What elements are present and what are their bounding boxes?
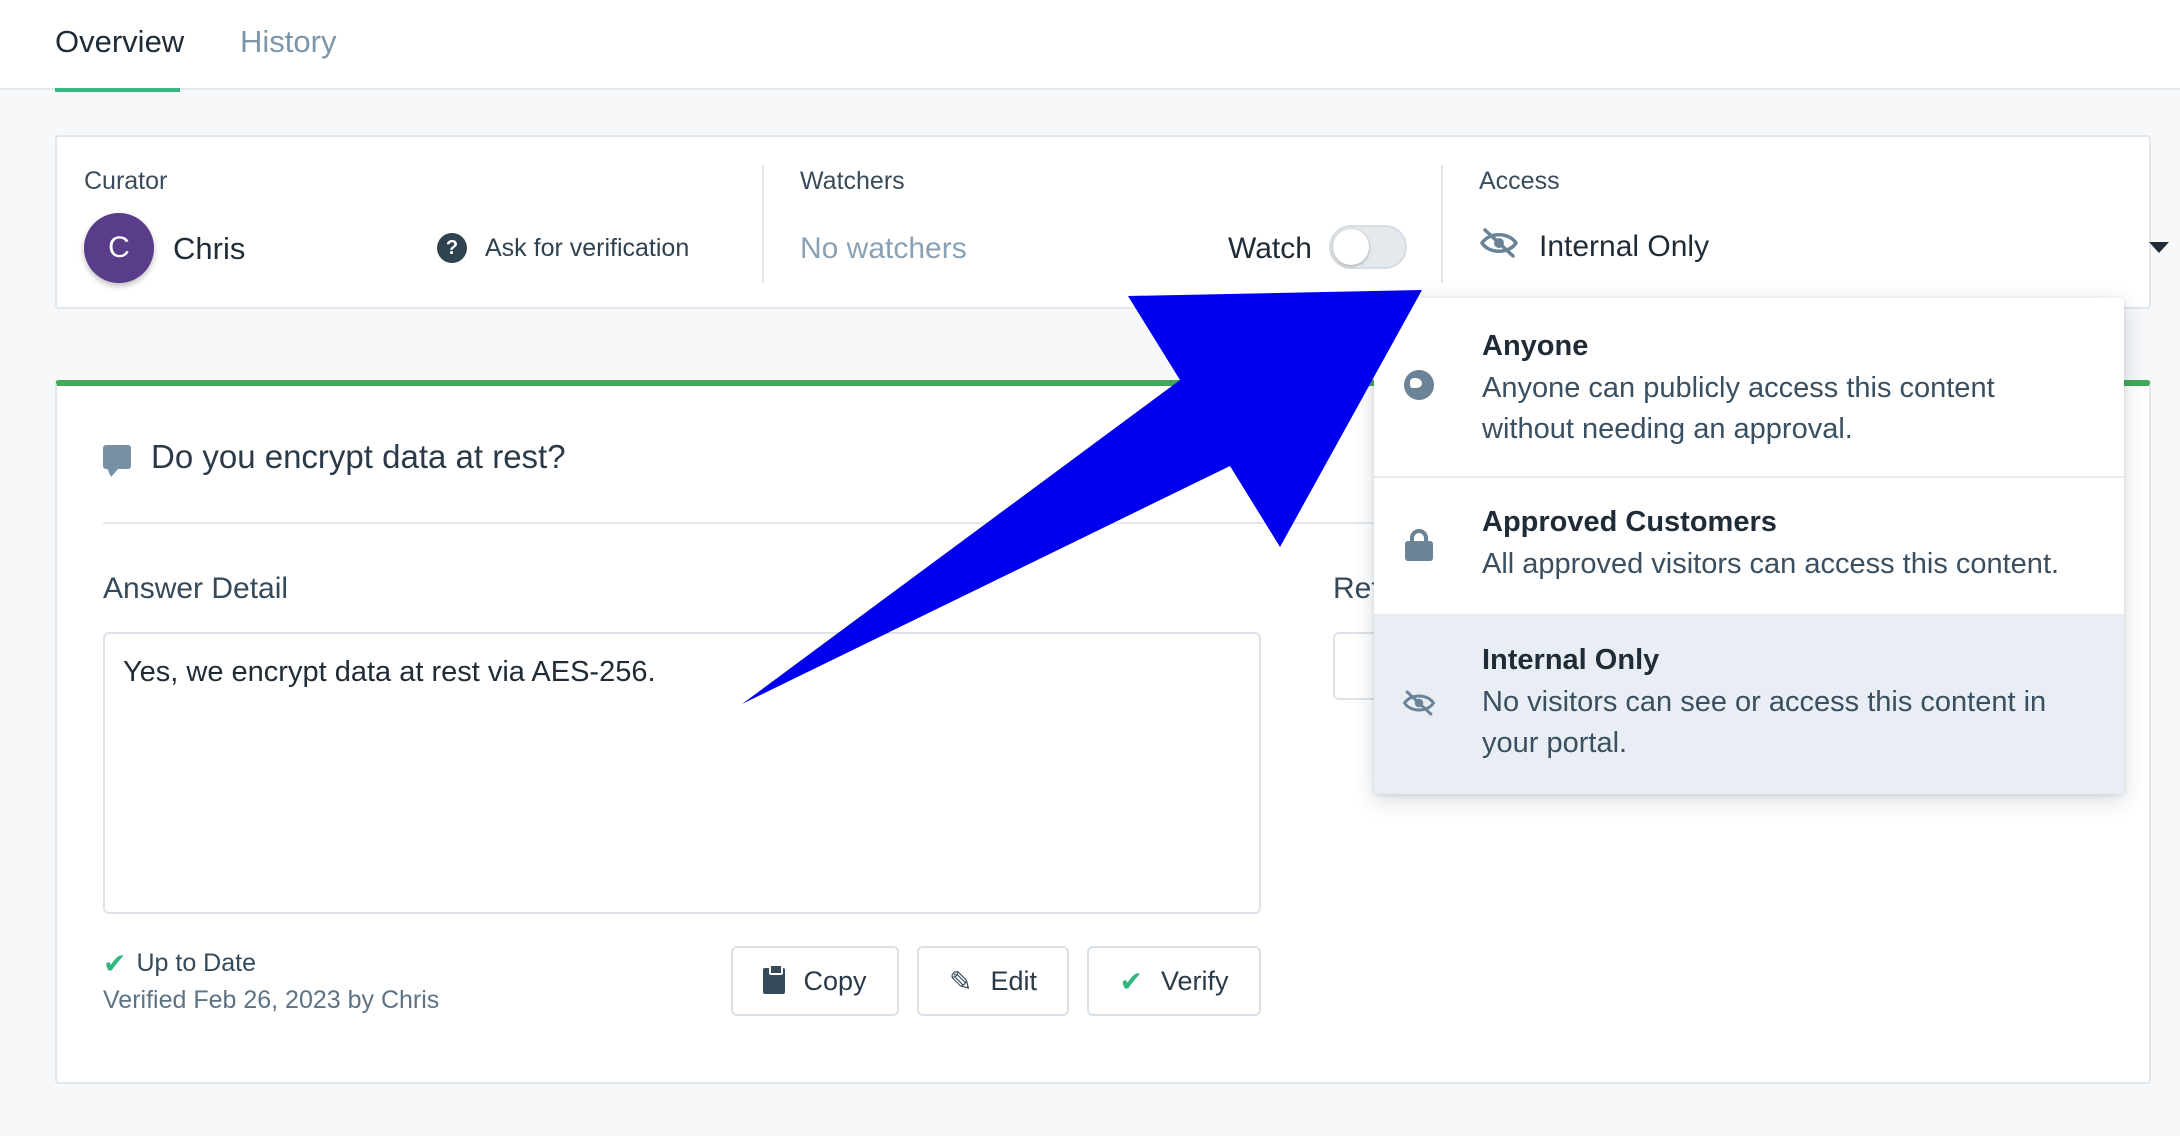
question-title-text: Do you encrypt data at rest? — [151, 438, 566, 475]
verify-button[interactable]: ✔ Verify — [1087, 946, 1261, 1016]
copy-button[interactable]: Copy — [731, 946, 899, 1016]
access-value: Internal Only — [1539, 230, 1710, 263]
edit-button[interactable]: ✎ Edit — [917, 946, 1069, 1016]
verified-by-text: Verified Feb 26, 2023 by Chris — [103, 986, 440, 1014]
access-select[interactable]: Internal Only — [1479, 225, 1709, 269]
option-title: Anyone — [1482, 330, 1589, 362]
curator-label: Curator — [84, 167, 168, 195]
status-badge: ✔ Up to Date — [103, 947, 256, 980]
chevron-down-icon[interactable] — [2149, 242, 2169, 253]
answer-detail-label: Answer Detail — [103, 572, 289, 605]
watchers-label: Watchers — [800, 167, 905, 195]
comment-icon — [103, 445, 131, 477]
option-description: All approved visitors can access this co… — [1482, 548, 2060, 580]
check-icon: ✔ — [103, 948, 127, 979]
curator-name: Chris — [173, 231, 246, 266]
question-circle-icon: ? — [437, 233, 467, 263]
watchers-status: No watchers — [800, 232, 967, 265]
divider — [1441, 165, 1443, 283]
question-title: Do you encrypt data at rest? — [103, 438, 566, 477]
ask-for-verification-label: Ask for verification — [485, 233, 690, 262]
option-title: Approved Customers — [1482, 506, 1777, 538]
access-label: Access — [1479, 167, 1560, 195]
toggle-knob — [1333, 229, 1369, 265]
status-text: Up to Date — [136, 949, 256, 977]
edit-button-label: Edit — [990, 965, 1037, 996]
reference-label: Ref — [1333, 572, 1380, 605]
watch-label: Watch — [1228, 232, 1312, 265]
access-dropdown-menu: Anyone Anyone can publicly access this c… — [1374, 298, 2124, 794]
globe-icon — [1402, 368, 1436, 402]
watch-toggle[interactable] — [1329, 225, 1407, 269]
verify-button-label: Verify — [1160, 965, 1229, 996]
lock-icon — [1402, 528, 1436, 562]
tab-history[interactable]: History — [240, 22, 336, 90]
access-option-internal-only[interactable]: Internal Only No visitors can see or acc… — [1374, 616, 2124, 794]
pencil-icon: ✎ — [949, 965, 973, 997]
metadata-card: Curator C Chris ? Ask for verification W… — [55, 135, 2169, 309]
answer-detail-field[interactable]: Yes, we encrypt data at rest via AES-256… — [103, 632, 1261, 914]
eye-slash-icon — [1479, 226, 1519, 268]
divider — [762, 165, 764, 283]
ask-for-verification-button[interactable]: ? Ask for verification — [437, 233, 689, 263]
option-description: Anyone can publicly access this content … — [1482, 372, 1995, 445]
copy-button-label: Copy — [803, 965, 867, 996]
option-description: No visitors can see or access this conte… — [1482, 686, 2047, 759]
check-icon: ✔ — [1119, 965, 1143, 997]
page: Overview History Curator C Chris ? Ask f… — [0, 0, 2180, 1136]
tab-bar: Overview History — [0, 0, 2180, 92]
option-title: Internal Only — [1482, 644, 1660, 676]
access-option-approved-customers[interactable]: Approved Customers All approved visitors… — [1374, 478, 2124, 616]
tab-overview[interactable]: Overview — [55, 22, 184, 92]
avatar: C — [84, 213, 154, 283]
access-option-anyone[interactable]: Anyone Anyone can publicly access this c… — [1374, 298, 2124, 478]
eye-slash-icon — [1402, 686, 1436, 720]
clipboard-icon — [763, 964, 786, 994]
